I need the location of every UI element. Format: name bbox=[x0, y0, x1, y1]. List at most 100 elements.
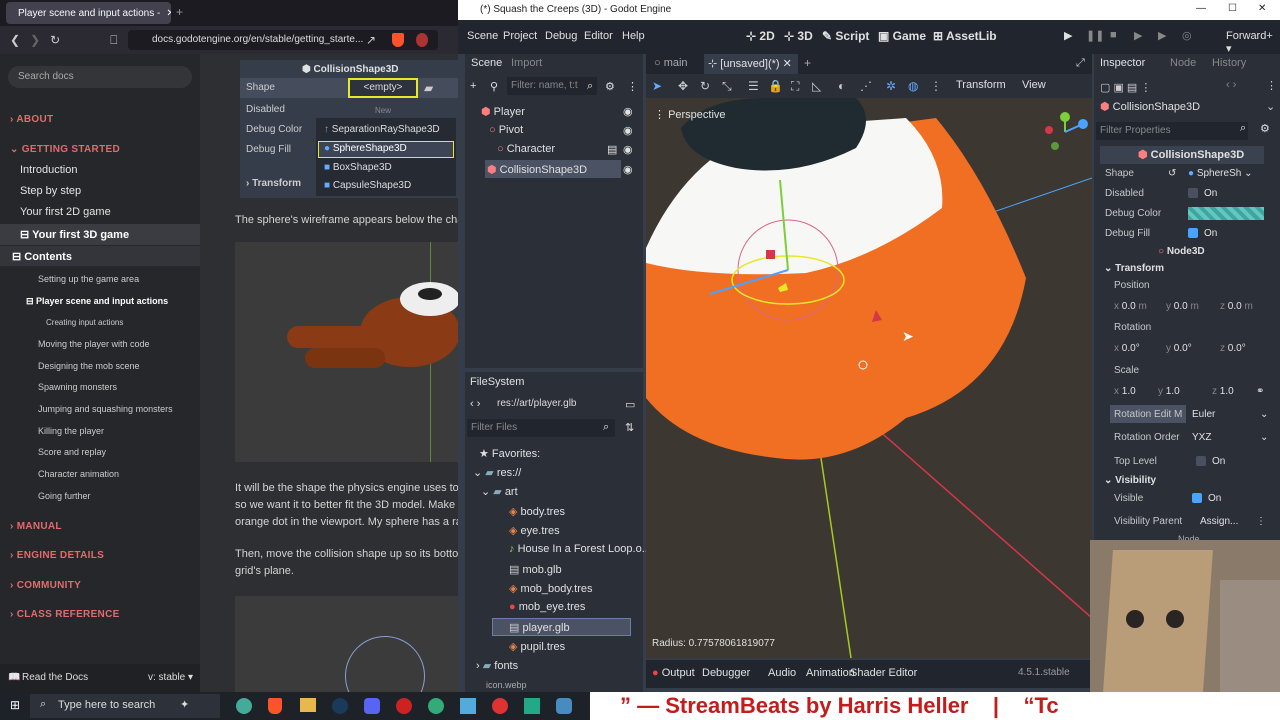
folder-art[interactable]: ⌄ ▰ art bbox=[481, 485, 518, 498]
app-icon[interactable] bbox=[460, 698, 476, 714]
app-icon[interactable] bbox=[428, 698, 444, 714]
list-select-icon[interactable]: ☰ bbox=[748, 79, 759, 93]
nav-item-first-3d-game[interactable]: ⊟ Your first 3D game bbox=[20, 228, 129, 241]
sort-icon[interactable]: ⇅ bbox=[625, 421, 634, 434]
rtd-footer[interactable]: 📖 Read the Docs v: stable ▾ bbox=[0, 664, 200, 692]
visible-checkbox[interactable]: On bbox=[1192, 493, 1221, 504]
inspector-toolbar-icons[interactable]: ▢ ▣ ▤ ⋮ bbox=[1100, 81, 1151, 94]
add-tab-icon[interactable]: + bbox=[804, 56, 811, 70]
brave-shield-icon[interactable] bbox=[392, 33, 404, 47]
scale-y-field[interactable]: y 1.0 bbox=[1158, 386, 1180, 397]
menu-help[interactable]: Help bbox=[622, 30, 645, 42]
file-item-selected[interactable]: ▤ player.glb bbox=[509, 621, 570, 634]
path-input[interactable]: res://art/player.glb bbox=[493, 395, 623, 413]
menu-view[interactable]: View bbox=[1022, 79, 1046, 91]
menu-scene[interactable]: Scene bbox=[467, 30, 498, 42]
move-tool-icon[interactable]: ✥ bbox=[678, 79, 688, 93]
play-icon[interactable]: ▶ bbox=[1064, 29, 1072, 42]
nav-sub-item[interactable]: Score and replay bbox=[38, 447, 106, 457]
shape-empty-dropdown[interactable]: <empty> bbox=[348, 78, 418, 98]
docs-search-input[interactable]: Search docs bbox=[8, 66, 192, 88]
file-item[interactable]: ◈ body.tres bbox=[509, 505, 565, 518]
tab-unsaved[interactable]: ⊹ [unsaved](*) ✕ bbox=[708, 57, 792, 70]
minimize-icon[interactable]: — bbox=[1196, 3, 1206, 14]
nav-sub-item[interactable]: Killing the player bbox=[38, 426, 104, 436]
local-space-icon[interactable]: ✲ bbox=[886, 79, 896, 93]
gizmo-y[interactable] bbox=[1060, 112, 1070, 122]
file-item[interactable]: ♪ House In a Forest Loop.o... bbox=[509, 543, 651, 555]
filter-files-input[interactable]: Filter Files bbox=[467, 419, 615, 437]
nav-item-first-2d-game[interactable]: Your first 2D game bbox=[20, 206, 111, 218]
more-icon[interactable]: ⋮ bbox=[1256, 516, 1266, 527]
workspace-script[interactable]: ✎ Script bbox=[822, 29, 869, 43]
debug-fill-checkbox[interactable]: On bbox=[1188, 228, 1217, 239]
visibility-eye-icon[interactable]: ◉ bbox=[623, 124, 633, 137]
rewards-icon[interactable] bbox=[416, 33, 428, 47]
shape-value[interactable]: ● SphereSh ⌄ bbox=[1188, 168, 1252, 179]
select-tool-icon[interactable]: ➤ bbox=[652, 79, 662, 93]
nav-sub-item[interactable]: Creating input actions bbox=[46, 318, 123, 327]
taskbar-search[interactable]: ⌕ Type here to search ✦ bbox=[30, 694, 220, 718]
nav-section-about[interactable]: › ABOUT bbox=[10, 114, 53, 125]
history-nav-icons[interactable]: ‹ › bbox=[1226, 79, 1236, 91]
position-z-field[interactable]: z 0.0 m bbox=[1220, 301, 1253, 312]
tools-icon[interactable]: ⚙ bbox=[1260, 122, 1270, 135]
brave-icon[interactable] bbox=[268, 698, 282, 714]
nav-contents[interactable]: ⊟ Contents bbox=[12, 250, 72, 263]
snap-icon[interactable]: ⋰ bbox=[860, 79, 872, 93]
file-item[interactable]: ◈ mob_body.tres bbox=[509, 582, 592, 595]
bookmark-icon[interactable]: ⎕ bbox=[110, 33, 117, 48]
stop-icon[interactable]: ■ bbox=[1110, 29, 1117, 41]
menu-project[interactable]: Project bbox=[503, 30, 537, 42]
renderer-select[interactable]: Forward+ ▾ bbox=[1226, 30, 1280, 55]
forward-icon[interactable]: ❯ bbox=[30, 33, 40, 47]
maximize-icon[interactable]: ☐ bbox=[1228, 3, 1237, 14]
tree-node-collisionshape3d[interactable]: ⬢ CollisionShape3D bbox=[487, 163, 587, 176]
tree-node-player[interactable]: ⬢ Player bbox=[481, 105, 525, 118]
chevron-down-icon[interactable]: ⌄ bbox=[1266, 100, 1275, 113]
section-visibility[interactable]: ⌄ Visibility bbox=[1104, 475, 1156, 486]
menu-editor[interactable]: Editor bbox=[584, 30, 613, 42]
link-scale-icon[interactable]: ⚭ bbox=[1256, 386, 1264, 397]
disabled-checkbox[interactable]: On bbox=[1188, 188, 1217, 199]
nav-section-getting-started[interactable]: ⌄ GETTING STARTED bbox=[10, 144, 120, 155]
version-selector[interactable]: v: stable ▾ bbox=[148, 672, 193, 683]
3d-viewport[interactable]: ⋮ Perspective Radius: 0.77578061819077 bbox=[646, 98, 1092, 658]
position-y-field[interactable]: y 0.0 m bbox=[1166, 301, 1199, 312]
play-custom-icon[interactable]: ▶ bbox=[1158, 29, 1166, 42]
rotation-y-field[interactable]: y 0.0° bbox=[1166, 343, 1192, 354]
nav-sub-item-current[interactable]: ⊟ Player scene and input actions bbox=[26, 296, 168, 307]
menu-option[interactable]: ■ BoxShape3D bbox=[324, 162, 392, 173]
top-level-checkbox[interactable]: On bbox=[1196, 456, 1225, 467]
tab-inspector[interactable]: Inspector bbox=[1100, 57, 1145, 69]
filter-properties-input[interactable]: Filter Properties bbox=[1096, 122, 1248, 140]
close-icon[interactable]: ✕ bbox=[1258, 3, 1266, 14]
folder-icon[interactable]: ▰ bbox=[424, 81, 433, 95]
pause-icon[interactable]: ❚❚ bbox=[1086, 29, 1104, 42]
open-scene-icon[interactable]: ▤ bbox=[607, 143, 617, 156]
menu-debug[interactable]: Debug bbox=[545, 30, 577, 42]
script-icon[interactable]: ⚙ bbox=[605, 80, 615, 93]
nav-sub-item[interactable]: Going further bbox=[38, 491, 91, 501]
more-icon[interactable]: ⋮ bbox=[1266, 79, 1277, 92]
revert-icon[interactable]: ↺ bbox=[1168, 168, 1176, 179]
discord-icon[interactable] bbox=[364, 698, 380, 714]
file-explorer-icon[interactable] bbox=[300, 698, 316, 712]
file-item[interactable]: ● mob_eye.tres bbox=[509, 601, 585, 613]
nav-item-introduction[interactable]: Introduction bbox=[20, 164, 77, 176]
filter-nodes-input[interactable]: Filter: name, t:t bbox=[507, 77, 597, 95]
nav-section-class-reference[interactable]: › CLASS REFERENCE bbox=[10, 609, 120, 620]
tree-node-character[interactable]: ○ Character bbox=[497, 143, 555, 155]
ruler-icon[interactable]: ◺ bbox=[812, 79, 821, 93]
nav-section-community[interactable]: › COMMUNITY bbox=[10, 580, 81, 591]
movie-icon[interactable]: ◎ bbox=[1182, 29, 1192, 42]
menu-option[interactable]: ■ CapsuleShape3D bbox=[324, 180, 411, 191]
close-tab-icon[interactable]: ✕ bbox=[166, 8, 171, 19]
view-gizmo[interactable] bbox=[1041, 112, 1089, 154]
browser-tab[interactable]: Player scene and input actions - ✕ bbox=[6, 2, 171, 24]
sun-icon[interactable]: ◐ bbox=[838, 79, 845, 93]
menu-option-selected[interactable]: ● SphereShape3D bbox=[324, 143, 407, 154]
rotate-tool-icon[interactable]: ↻ bbox=[700, 79, 710, 93]
tree-node-pivot[interactable]: ○ Pivot bbox=[489, 124, 523, 136]
back-icon[interactable]: ‹ › bbox=[470, 398, 480, 410]
